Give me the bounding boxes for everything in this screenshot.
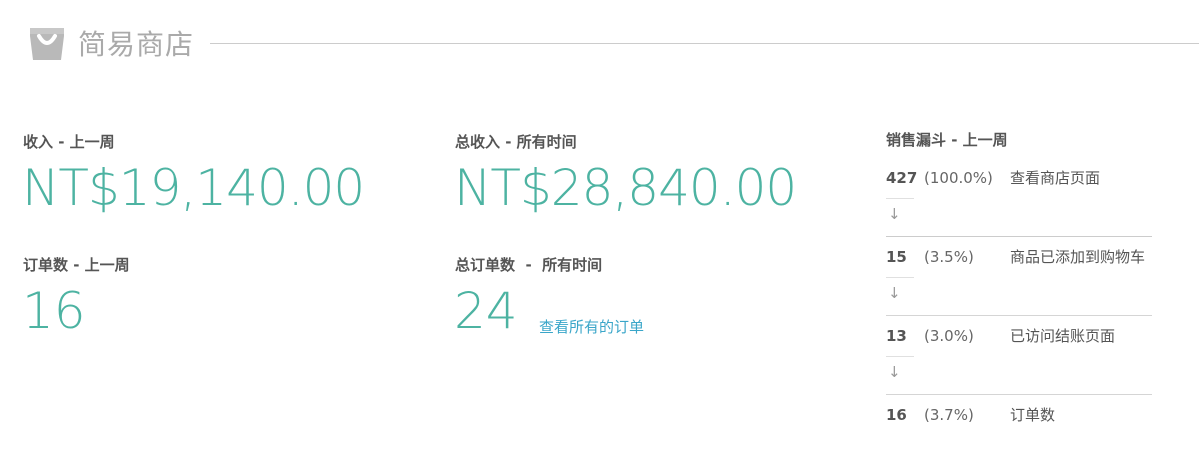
funnel-step-count: 16 [886,406,907,424]
funnel-connector: ↓ [886,277,914,315]
arrow-down-icon: ↓ [888,363,901,381]
orders-all-time-value: 24 [454,282,518,340]
funnel-step: 15 (3.5%) 商品已添加到购物车 [886,237,1156,277]
funnel-step-label: 商品已添加到购物车 [1010,248,1146,266]
funnel-step-percent: (3.5%) [924,248,974,266]
funnel-step: 16 (3.7%) 订单数 [886,395,1156,435]
funnel-step-percent: (3.0%) [924,327,974,345]
revenue-all-time-value: NT$28,840.00 [454,159,797,217]
sales-funnel: 销售漏斗 - 上一周 427 (100.0%) 查看商店页面 ↓ 15 (3.5… [886,130,1156,435]
funnel-connector: ↓ [886,198,914,236]
funnel-step: 427 (100.0%) 查看商店页面 [886,158,1156,198]
orders-last-week-label: 订单数 - 上一周 [23,256,130,274]
funnel-step-percent: (3.7%) [924,406,974,424]
funnel-step-label: 已访问结账页面 [1010,327,1116,345]
funnel-connector: ↓ [886,356,914,394]
store-title: 简易商店 [78,28,195,61]
funnel-step-count: 427 [886,169,918,187]
revenue-last-week-label: 收入 - 上一周 [23,133,115,151]
funnel-step: 13 (3.0%) 已访问结账页面 [886,316,1156,356]
store-header: 简易商店 [28,24,1199,64]
header-divider [210,43,1199,44]
revenue-last-week-value: NT$19,140.00 [22,159,365,217]
arrow-down-icon: ↓ [888,205,901,223]
funnel-step-count: 13 [886,327,907,345]
shopping-bag-icon [30,28,64,60]
funnel-step-percent: (100.0%) [924,169,993,187]
revenue-all-time-label: 总收入 - 所有时间 [455,133,577,151]
funnel-step-count: 15 [886,248,907,266]
funnel-step-label: 订单数 [1010,406,1056,424]
view-all-orders-link[interactable]: 查看所有的订单 [539,316,644,337]
arrow-down-icon: ↓ [888,284,901,302]
funnel-step-label: 查看商店页面 [1010,169,1101,187]
funnel-title: 销售漏斗 - 上一周 [886,131,1008,149]
orders-all-time-label: 总订单数 - 所有时间 [455,256,603,274]
orders-last-week-value: 16 [22,282,86,340]
